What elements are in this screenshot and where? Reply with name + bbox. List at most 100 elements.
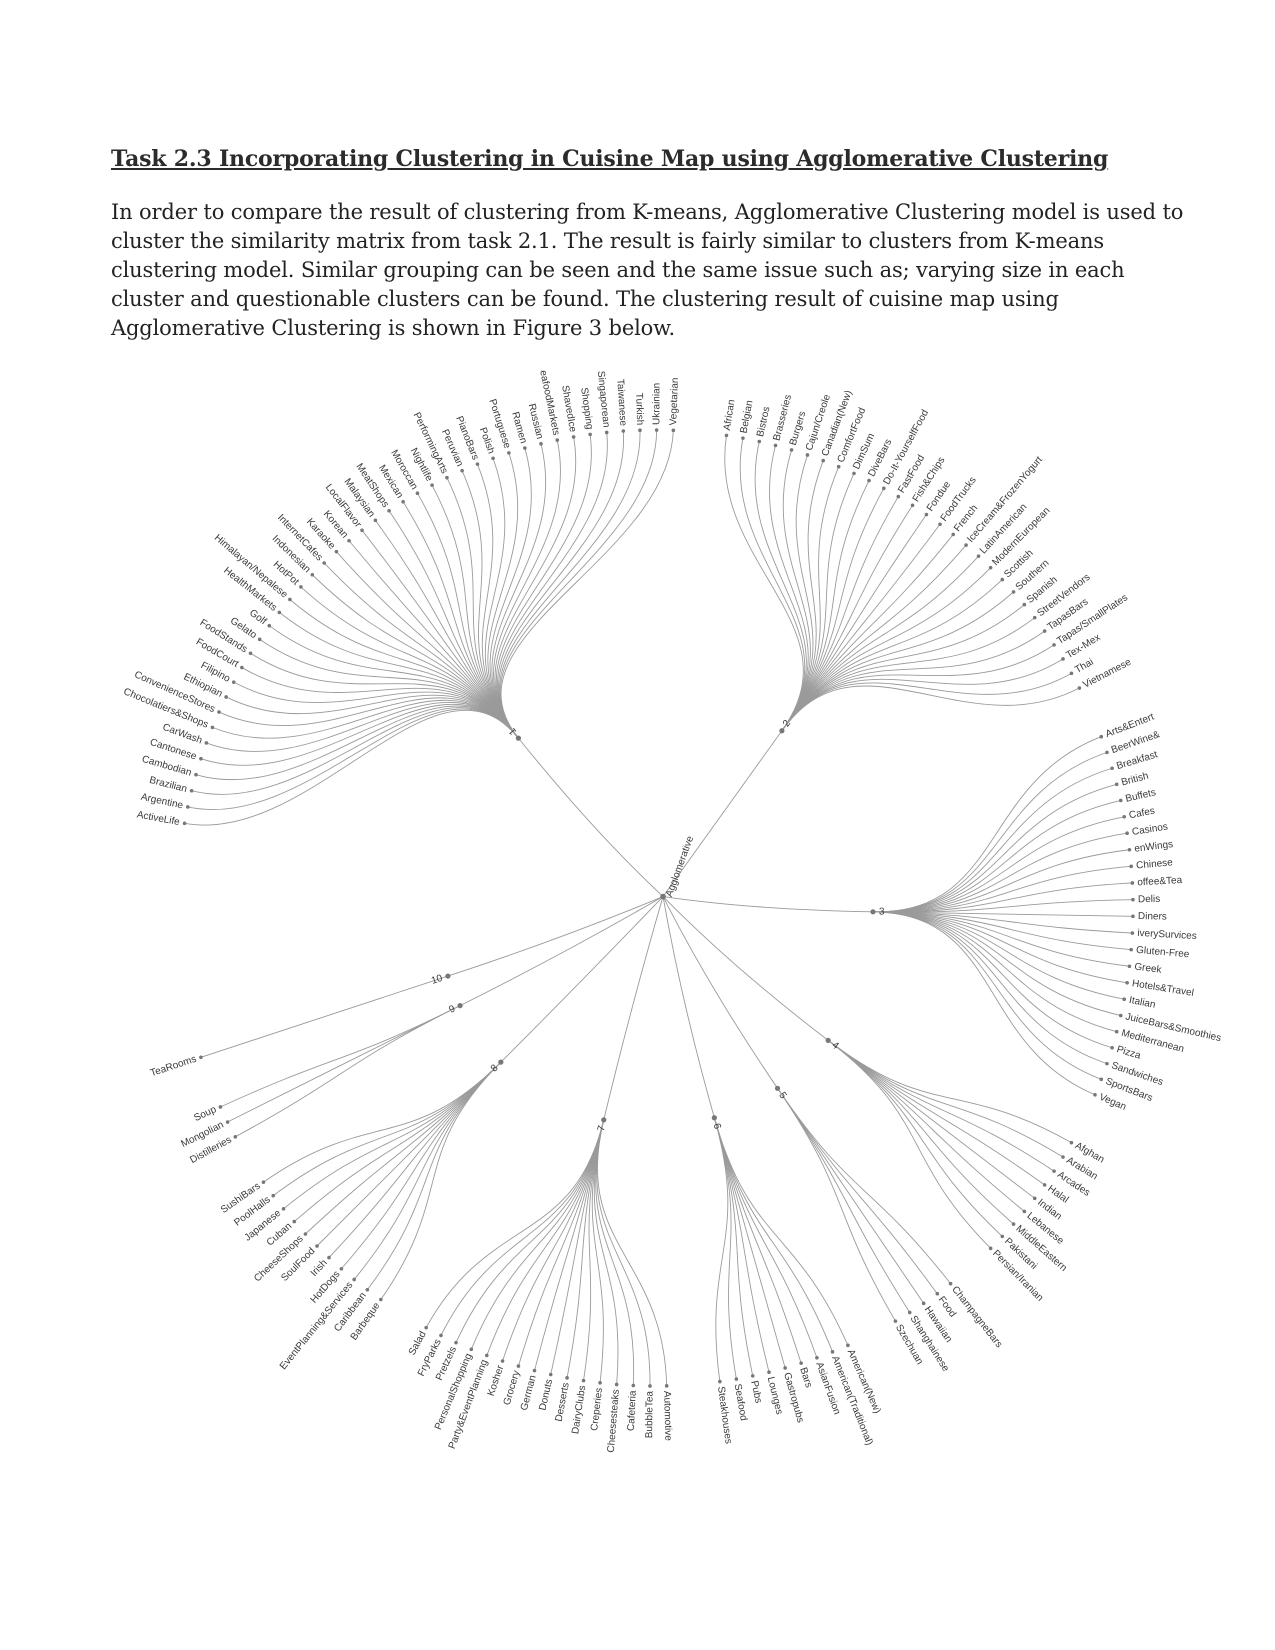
leaf-dot: [439, 1333, 443, 1338]
leaf-dot: [671, 428, 676, 433]
leaf-label: Diners: [1138, 911, 1167, 923]
leaf-dot: [783, 1366, 787, 1370]
leaf-link: [486, 1119, 605, 1356]
leaf-dot: [1131, 897, 1135, 902]
leaf-link: [499, 430, 641, 739]
leaf-dot: [654, 428, 659, 432]
leaf-link: [425, 1119, 605, 1328]
leaf-dot: [896, 494, 901, 499]
leaf-dot: [935, 1291, 940, 1296]
leaf-label: Hotels&Travel: [1131, 978, 1194, 999]
leaf-dot: [327, 1255, 331, 1260]
leaf-dot: [1125, 980, 1129, 985]
section-heading: Task 2.3 Incorporating Clustering in Cui…: [111, 146, 1171, 172]
leaf-dot: [921, 1301, 926, 1306]
leaf-dot: [334, 549, 339, 554]
leaf-dot: [548, 1372, 553, 1377]
leaf-label: Delis: [1138, 894, 1160, 905]
leaf-dot: [724, 433, 729, 438]
leaf-dot: [424, 1325, 428, 1330]
cluster-node-8: [498, 1059, 504, 1065]
leaf-dot: [1011, 590, 1016, 594]
leaf-dot: [292, 1219, 297, 1224]
leaf-dot: [789, 448, 794, 452]
leaf-dot: [1042, 1183, 1047, 1187]
cluster-label: 9: [447, 1003, 457, 1016]
leaf-dot: [938, 522, 942, 527]
leaf-label: BubbleTea: [644, 1390, 655, 1438]
leaf-link: [827, 1040, 1014, 1225]
leaf-dot: [1011, 1222, 1016, 1226]
cluster-link: [662, 896, 715, 1118]
leaf-dot: [718, 1379, 722, 1384]
leaf-link: [455, 1119, 605, 1343]
leaf-dot: [1022, 602, 1027, 607]
leaf-dot: [189, 788, 194, 793]
leaf-label: Cafes: [1128, 806, 1156, 822]
leaf-link: [496, 432, 608, 739]
leaf-dot: [281, 1207, 286, 1211]
leaf-dot: [741, 436, 745, 440]
leaf-dot: [1093, 1092, 1097, 1097]
leaf-label: DairyClubs: [570, 1385, 588, 1435]
cluster-link: [518, 737, 664, 897]
leaf-dot: [581, 1378, 586, 1383]
leaf-link: [777, 1088, 951, 1284]
leaf-link: [498, 431, 624, 739]
leaf-label: Soup: [192, 1104, 218, 1124]
root-label: Agglomerative: [664, 834, 696, 898]
cluster-node-9: [457, 1003, 463, 1009]
leaf-dot: [1105, 1061, 1109, 1066]
leaf-dot: [648, 1384, 652, 1388]
leaf-dot: [218, 1105, 223, 1109]
leaf-label: Argentine: [140, 792, 185, 812]
leaf-dot: [852, 471, 856, 476]
leaf-link: [872, 736, 1102, 913]
leaf-label: enWings: [1134, 839, 1174, 855]
leaf-label: Italian: [1128, 995, 1156, 1011]
leaf-dot: [1130, 931, 1135, 935]
leaf-dot: [485, 1353, 489, 1358]
leaf-label: TeaRooms: [149, 1054, 198, 1079]
leaf-link: [781, 685, 1080, 732]
leaf-link: [293, 1061, 502, 1222]
leaf-dot: [664, 1384, 669, 1388]
leaf-dot: [951, 532, 956, 537]
leaf-dot: [621, 429, 626, 433]
leaf-dot: [976, 554, 981, 558]
leaf-label: Bars: [797, 1366, 814, 1389]
leaf-dot: [1129, 864, 1133, 869]
leaf-link: [777, 1088, 911, 1313]
leaf-dot: [365, 1287, 370, 1292]
leaf-link: [827, 1040, 1064, 1158]
leaf-dot: [373, 518, 378, 523]
cluster-link: [500, 896, 664, 1063]
cluster-label: 3: [879, 907, 885, 918]
leaf-label: Irish: [309, 1258, 330, 1279]
leaf-dot: [299, 585, 303, 589]
leaf-dot: [964, 543, 968, 547]
leaf-dot: [1127, 964, 1132, 969]
leaf-label: German: [519, 1374, 539, 1412]
section-title: Incorporating Clustering in Cuisine Map …: [218, 146, 1109, 172]
leaf-dot: [1105, 750, 1109, 755]
leaf-dot: [1122, 814, 1127, 819]
leaf-dot: [815, 1355, 819, 1360]
leaf-dot: [315, 1244, 319, 1248]
leaf-link: [872, 911, 1125, 1000]
leaf-dot: [907, 1310, 912, 1315]
cluster-link: [459, 896, 664, 1007]
leaf-dot: [1118, 1013, 1123, 1018]
leaf-label: Pubs: [748, 1380, 763, 1405]
leaf-dot: [1131, 914, 1135, 919]
leaf-dot: [430, 483, 434, 487]
leaf-dot: [948, 1281, 953, 1286]
leaf-link: [827, 1040, 1003, 1237]
leaf-dot: [387, 508, 391, 513]
leaf-label: Automotive: [661, 1391, 673, 1442]
leaf-dot: [322, 561, 326, 565]
leaf-link: [597, 1119, 668, 1386]
leaf-dot: [460, 468, 464, 473]
leaf-dot: [1022, 1209, 1027, 1214]
leaf-link: [777, 1088, 896, 1322]
